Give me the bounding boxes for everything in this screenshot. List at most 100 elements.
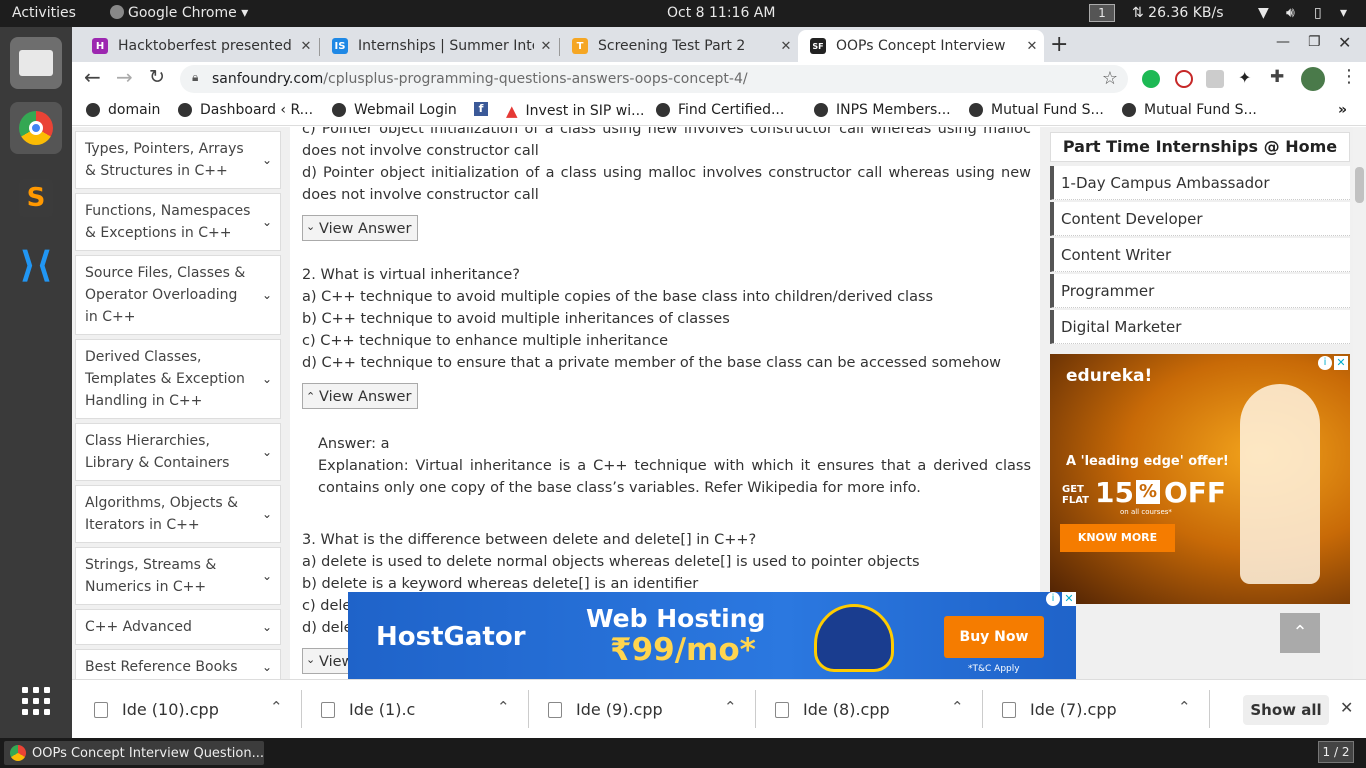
download-item[interactable]: Ide (1).c (321, 680, 415, 739)
globe-icon (656, 103, 670, 117)
app-menu[interactable]: Google Chrome ▾ (110, 5, 248, 21)
bookmark-star-icon[interactable]: ☆ (1102, 68, 1118, 89)
back-icon[interactable]: ← (84, 65, 101, 89)
minimize-icon[interactable]: — (1276, 34, 1290, 50)
internship-link[interactable]: Digital Marketer (1050, 310, 1350, 344)
bookmark-item[interactable]: Mutual Fund S... (1122, 102, 1257, 118)
menu-kebab-icon[interactable]: ⋮ (1340, 66, 1358, 87)
sidebar-item-derived-classes[interactable]: Derived Classes, Templates & Exception H… (75, 339, 281, 419)
tab-screening-test[interactable]: T Screening Test Part 2 ✕ (560, 30, 798, 62)
close-icon[interactable]: ✕ (1020, 39, 1044, 54)
page-scrollbar[interactable] (1353, 127, 1366, 679)
internship-link[interactable]: Content Writer (1050, 238, 1350, 272)
sidebar-item-types-pointers[interactable]: Types, Pointers, Arrays & Structures in … (75, 131, 281, 189)
show-applications-icon[interactable] (10, 675, 62, 727)
view-answer-button[interactable]: ⌃ View Answer (302, 383, 419, 409)
download-item[interactable]: Ide (10).cpp (94, 680, 219, 739)
internship-link[interactable]: Programmer (1050, 274, 1350, 308)
bookmark-item[interactable]: ▲ Invest in SIP wi... (506, 102, 645, 120)
ad-know-more-button[interactable]: KNOW MORE (1060, 524, 1175, 552)
profile-avatar[interactable] (1301, 67, 1325, 91)
sidebar-item-class-hierarchies[interactable]: Class Hierarchies, Library & Containers ⌄ (75, 423, 281, 481)
address-bar[interactable]: 🔒︎ sanfoundry.com/cplusplus-programming-… (180, 65, 1128, 93)
ad-info-icon[interactable]: i (1046, 592, 1060, 606)
bookmark-item[interactable]: domain (86, 102, 160, 118)
url-domain: sanfoundry.com (212, 71, 324, 87)
bookmark-item[interactable]: Dashboard ‹ R... (178, 102, 313, 118)
ad-info-icon[interactable]: i (1318, 356, 1332, 370)
new-tab-icon[interactable]: + (1050, 32, 1068, 57)
scrollbar-thumb[interactable] (1355, 167, 1364, 203)
ad-buy-now-button[interactable]: Buy Now (944, 616, 1044, 658)
bookmark-item[interactable]: Find Certified... (656, 102, 784, 118)
sidebar-item-functions[interactable]: Functions, Namespaces & Exceptions in C+… (75, 193, 281, 251)
chevron-up-icon[interactable]: ⌃ (497, 698, 510, 716)
close-icon[interactable]: ✕ (774, 39, 798, 54)
chevron-down-icon: ⌄ (261, 215, 272, 229)
ad-close-icon[interactable]: ✕ (1062, 592, 1076, 606)
tab-favicon: H (92, 38, 108, 54)
view-answer-button[interactable]: ⌄ View Answer (302, 215, 419, 241)
tab-hacktoberfest[interactable]: H Hacktoberfest presented ✕ (80, 30, 318, 62)
globe-icon (86, 103, 100, 117)
grammarly-extension-icon[interactable] (1142, 70, 1160, 88)
activities-button[interactable]: Activities (12, 5, 76, 21)
show-all-downloads-button[interactable]: Show all (1243, 695, 1329, 725)
close-icon[interactable]: ✕ (534, 39, 558, 54)
internship-link[interactable]: 1-Day Campus Ambassador (1050, 166, 1350, 200)
download-item[interactable]: Ide (8).cpp (775, 680, 890, 739)
sidebar-item-reference-books[interactable]: Best Reference Books ⌄ (75, 649, 281, 679)
ad-close-icon[interactable]: ✕ (1334, 356, 1348, 370)
hostgator-ad[interactable]: HostGator Web Hosting ₹99/mo* Buy Now *T… (348, 592, 1076, 682)
sidebar-item-cpp-advanced[interactable]: C++ Advanced ⌄ (75, 609, 281, 645)
internship-link[interactable]: Content Developer (1050, 202, 1350, 236)
system-menu-caret-icon[interactable]: ▾ (1340, 5, 1347, 21)
app-name: Google Chrome (128, 5, 237, 21)
restore-icon[interactable]: ❐ (1308, 34, 1321, 50)
option-text: d) Pointer object initialization of a cl… (302, 165, 1031, 203)
window-close-icon[interactable]: ✕ (1338, 33, 1351, 52)
chevron-up-icon: ⌃ (306, 390, 316, 403)
download-item[interactable]: Ide (7).cpp (1002, 680, 1117, 739)
forward-icon[interactable]: → (116, 65, 133, 89)
bookmark-item[interactable]: INPS Members... (814, 102, 951, 118)
tab-internships[interactable]: IS Internships | Summer Inte ✕ (320, 30, 558, 62)
sidebar-item-label: Algorithms, Objects & Iterators in C++ (85, 495, 239, 533)
files-app-icon[interactable] (10, 37, 62, 89)
extension-icon[interactable] (1175, 70, 1193, 88)
close-downloads-icon[interactable]: ✕ (1340, 698, 1353, 717)
edureka-ad[interactable]: edureka! A 'leading edge' offer! GET FLA… (1050, 354, 1350, 604)
sidebar-item-strings[interactable]: Strings, Streams & Numerics in C++ ⌄ (75, 547, 281, 605)
chevron-down-icon: ⌄ (261, 660, 272, 674)
vscode-icon[interactable]: ⟩⟨ (10, 239, 62, 291)
bookmark-item[interactable]: Webmail Login (332, 102, 457, 118)
volume-icon[interactable]: 🔊︎ (1286, 5, 1295, 21)
wifi-icon[interactable]: ▼ (1258, 5, 1269, 21)
battery-icon[interactable]: ▯ (1314, 5, 1322, 21)
taskbar-window-button[interactable]: OOPs Concept Interview Question... (4, 741, 264, 765)
chrome-app-icon[interactable] (10, 102, 62, 154)
chevron-up-icon[interactable]: ⌃ (270, 698, 283, 716)
sidebar-item-algorithms[interactable]: Algorithms, Objects & Iterators in C++ ⌄ (75, 485, 281, 543)
close-icon[interactable]: ✕ (294, 39, 318, 54)
more-bookmarks-icon[interactable]: » (1338, 102, 1347, 118)
scroll-to-top-button[interactable]: ⌃ (1280, 613, 1320, 653)
sublime-text-icon[interactable]: S (10, 172, 62, 224)
extensions-puzzle-icon[interactable]: ✚ (1270, 67, 1284, 87)
tab-oops-concept[interactable]: SF OOPs Concept Interview ✕ (798, 30, 1044, 62)
extension-icon[interactable]: ✦ (1238, 68, 1251, 87)
download-item[interactable]: Ide (9).cpp (548, 680, 663, 739)
workspace-indicator[interactable]: 1 (1089, 4, 1115, 22)
workspace-pager[interactable]: 1 / 2 (1318, 741, 1354, 763)
clock[interactable]: Oct 8 11:16 AM (667, 5, 775, 21)
reload-icon[interactable]: ↻ (149, 66, 165, 88)
bookmark-item[interactable]: Mutual Fund S... (969, 102, 1104, 118)
chevron-up-icon[interactable]: ⌃ (951, 698, 964, 716)
ad-brand: edureka! (1066, 366, 1153, 386)
bookmarks-bar: domain Dashboard ‹ R... Webmail Login f … (72, 96, 1366, 126)
bookmark-facebook[interactable]: f (474, 102, 488, 116)
chevron-up-icon[interactable]: ⌃ (724, 698, 737, 716)
sidebar-item-source-files[interactable]: Source Files, Classes & Operator Overloa… (75, 255, 281, 335)
chevron-up-icon[interactable]: ⌃ (1178, 698, 1191, 716)
extension-icon[interactable] (1206, 70, 1224, 88)
